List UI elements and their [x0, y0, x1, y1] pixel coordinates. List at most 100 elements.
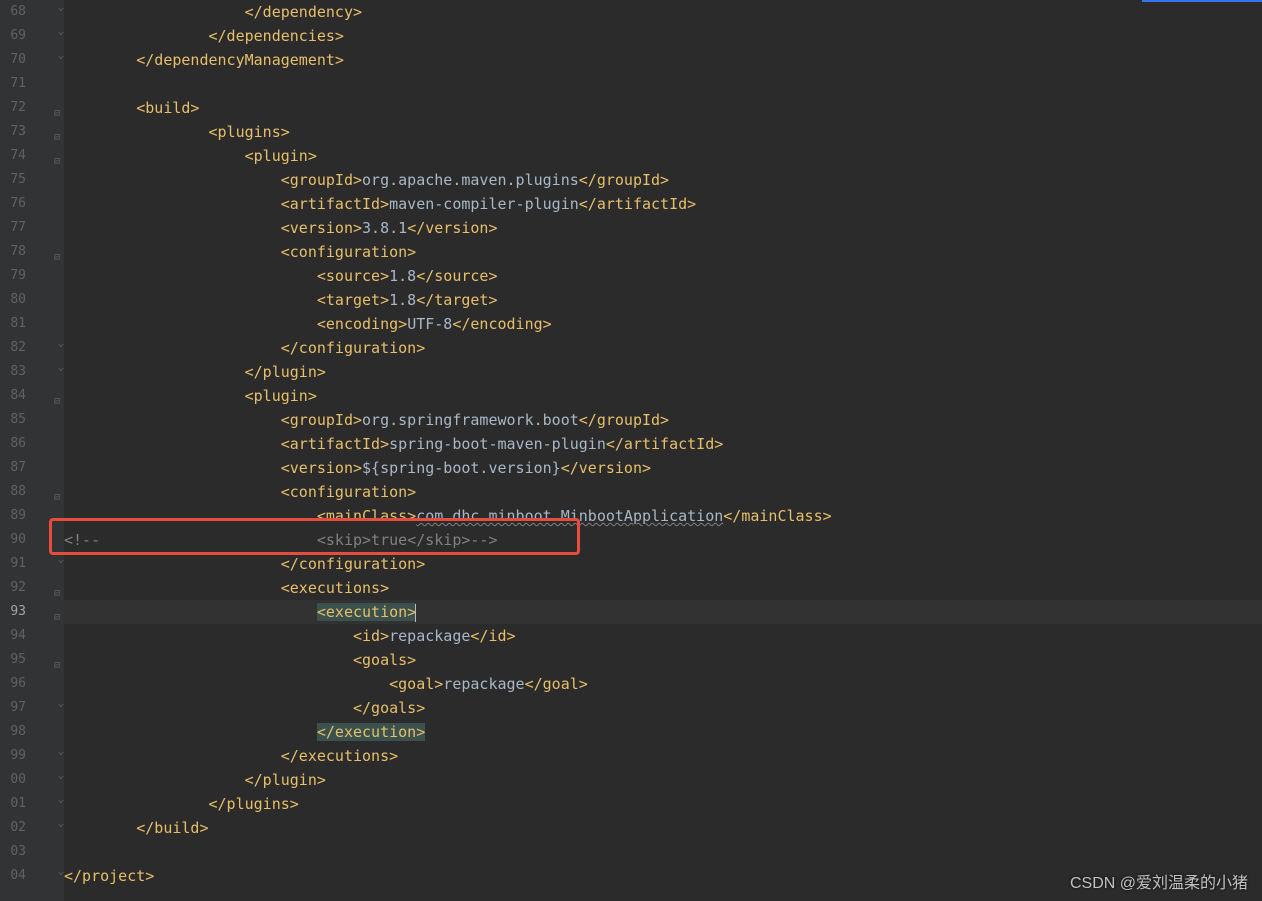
code-line[interactable]: </goals> — [64, 696, 1262, 720]
code-token: repackage — [389, 627, 470, 645]
fold-close-icon[interactable]: ⌃ — [54, 368, 64, 378]
fold-open-icon[interactable]: ⊟ — [54, 390, 64, 400]
code-line[interactable] — [64, 72, 1262, 96]
code-token: </configuration> — [281, 555, 426, 573]
fold-close-icon[interactable]: ⌃ — [54, 752, 64, 762]
line-number-gutter[interactable]: 6869707172737475767778798081828384858687… — [0, 0, 32, 901]
code-line[interactable]: </dependencies> — [64, 24, 1262, 48]
fold-close-icon[interactable]: ⌃ — [54, 776, 64, 786]
line-number: 93 — [0, 600, 26, 624]
fold-gutter-row: ⊟ — [32, 120, 64, 144]
code-line[interactable]: <target>1.8</target> — [64, 288, 1262, 312]
line-number: 77 — [0, 216, 26, 240]
code-line[interactable]: <version>3.8.1</version> — [64, 216, 1262, 240]
code-line[interactable]: </dependencyManagement> — [64, 48, 1262, 72]
code-line[interactable]: <goals> — [64, 648, 1262, 672]
code-line[interactable]: </configuration> — [64, 552, 1262, 576]
code-line[interactable]: </executions> — [64, 744, 1262, 768]
fold-gutter-row: ⌃ — [32, 864, 64, 888]
fold-open-icon[interactable]: ⊟ — [54, 150, 64, 160]
fold-close-icon[interactable]: ⌃ — [54, 56, 64, 66]
fold-close-icon[interactable]: ⌃ — [54, 344, 64, 354]
code-line[interactable]: <mainClass>com.dhc.minboot.MinbootApplic… — [64, 504, 1262, 528]
code-line[interactable]: </plugin> — [64, 768, 1262, 792]
code-line[interactable]: <build> — [64, 96, 1262, 120]
line-number: 85 — [0, 408, 26, 432]
code-editor[interactable]: 6869707172737475767778798081828384858687… — [0, 0, 1262, 901]
fold-open-icon[interactable]: ⊟ — [54, 126, 64, 136]
fold-close-icon[interactable]: ⌃ — [54, 872, 64, 882]
code-token: ${spring-boot.version} — [362, 459, 561, 477]
code-line[interactable]: </plugin> — [64, 360, 1262, 384]
code-line[interactable]: <groupId>org.apache.maven.plugins</group… — [64, 168, 1262, 192]
fold-close-icon[interactable]: ⌃ — [54, 704, 64, 714]
line-number: 90 — [0, 528, 26, 552]
fold-gutter-row — [32, 672, 64, 696]
fold-open-icon[interactable]: ⊟ — [54, 102, 64, 112]
fold-open-icon[interactable]: ⊟ — [54, 486, 64, 496]
code-token: UTF-8 — [407, 315, 452, 333]
fold-close-icon[interactable]: ⌃ — [54, 800, 64, 810]
line-number: 86 — [0, 432, 26, 456]
code-line[interactable]: <plugin> — [64, 384, 1262, 408]
code-line[interactable] — [64, 840, 1262, 864]
fold-open-icon[interactable]: ⊟ — [54, 582, 64, 592]
line-number: 87 — [0, 456, 26, 480]
fold-open-icon[interactable]: ⊟ — [54, 654, 64, 664]
code-line[interactable]: <execution> — [64, 600, 1262, 624]
code-line[interactable]: <configuration> — [64, 480, 1262, 504]
code-token: <configuration> — [281, 243, 416, 261]
fold-close-icon[interactable]: ⌃ — [54, 32, 64, 42]
code-line[interactable]: <artifactId>spring-boot-maven-plugin</ar… — [64, 432, 1262, 456]
fold-open-icon[interactable]: ⊟ — [54, 606, 64, 616]
code-token: </source> — [416, 267, 497, 285]
code-token: <goals> — [353, 651, 416, 669]
code-line[interactable]: <source>1.8</source> — [64, 264, 1262, 288]
code-line[interactable]: </configuration> — [64, 336, 1262, 360]
code-line[interactable]: </dependency> — [64, 0, 1262, 24]
fold-gutter-row — [32, 168, 64, 192]
line-number: 68 — [0, 0, 26, 24]
fold-gutter-row: ⌃ — [32, 48, 64, 72]
fold-gutter-row — [32, 312, 64, 336]
code-token: </dependencies> — [209, 27, 344, 45]
code-line[interactable]: </build> — [64, 816, 1262, 840]
code-line[interactable]: <id>repackage</id> — [64, 624, 1262, 648]
code-line[interactable]: <executions> — [64, 576, 1262, 600]
code-line[interactable]: <artifactId>maven-compiler-plugin</artif… — [64, 192, 1262, 216]
fold-open-icon[interactable]: ⊟ — [54, 246, 64, 256]
code-line[interactable]: </plugins> — [64, 792, 1262, 816]
fold-gutter-row: ⌃ — [32, 336, 64, 360]
code-token: <executions> — [281, 579, 389, 597]
fold-gutter-row: ⊟ — [32, 144, 64, 168]
code-line[interactable]: <plugin> — [64, 144, 1262, 168]
code-line[interactable]: <plugins> — [64, 120, 1262, 144]
fold-close-icon[interactable]: ⌃ — [54, 824, 64, 834]
line-number: 91 — [0, 552, 26, 576]
code-line[interactable]: <groupId>org.springframework.boot</group… — [64, 408, 1262, 432]
fold-gutter[interactable]: ⌃ ⌃ ⌃ ⊟ ⊟ ⊟ ⊟ ⌃ ⌃ ⊟ ⊟ ⌃ ⊟ ⊟ ⊟ ⌃ ⌃ ⌃ ⌃ ⌃ ⌃ — [32, 0, 64, 901]
code-line[interactable]: <configuration> — [64, 240, 1262, 264]
code-line[interactable]: <version>${spring-boot.version}</version… — [64, 456, 1262, 480]
code-line[interactable]: <!-- <skip>true</skip>--> — [64, 528, 1262, 552]
code-line[interactable]: <goal>repackage</goal> — [64, 672, 1262, 696]
code-token: </plugin> — [245, 363, 326, 381]
fold-close-icon[interactable]: ⌃ — [54, 8, 64, 18]
fold-close-icon[interactable]: ⌃ — [54, 560, 64, 570]
watermark-text: CSDN @爱刘温柔的小猪 — [1070, 869, 1248, 893]
code-token: </build> — [136, 819, 208, 837]
fold-gutter-row: ⌃ — [32, 768, 64, 792]
line-number: 81 — [0, 312, 26, 336]
code-line[interactable]: </execution> — [64, 720, 1262, 744]
code-token: <groupId> — [281, 411, 362, 429]
code-token: </artifactId> — [579, 195, 696, 213]
code-line[interactable]: <encoding>UTF-8</encoding> — [64, 312, 1262, 336]
code-content-area[interactable]: </dependency> </dependencies> </dependen… — [64, 0, 1262, 901]
code-token: <version> — [281, 219, 362, 237]
line-number: 78 — [0, 240, 26, 264]
fold-gutter-row: ⌃ — [32, 552, 64, 576]
fold-gutter-row — [32, 72, 64, 96]
code-token: <groupId> — [281, 171, 362, 189]
line-number: 00 — [0, 768, 26, 792]
fold-gutter-row: ⊟ — [32, 480, 64, 504]
